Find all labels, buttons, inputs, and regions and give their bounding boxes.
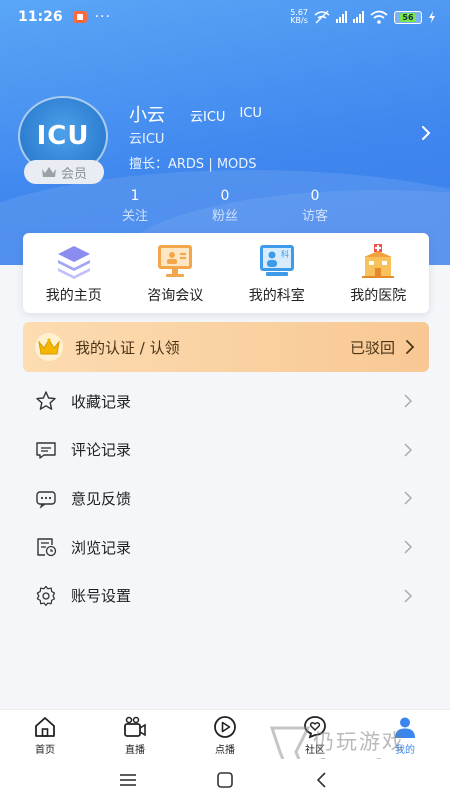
- menu-item-comments[interactable]: 评论记录: [0, 426, 450, 475]
- live-camera-icon: [124, 716, 146, 737]
- user-name: 小云: [129, 105, 165, 126]
- menu-item-account-settings[interactable]: 账号设置: [0, 571, 450, 620]
- nav-home[interactable]: 首页: [0, 710, 90, 759]
- quick-item-consult-meeting[interactable]: 咨询会议: [125, 233, 227, 313]
- svg-text:科: 科: [281, 249, 289, 259]
- layers-icon: [57, 246, 90, 279]
- chevron-right-icon: [406, 340, 415, 354]
- stat-label: 访客: [301, 209, 328, 224]
- nav-label: 首页: [35, 745, 55, 756]
- network-speed: 5.67 KB/s: [290, 9, 308, 25]
- chevron-right-icon: [404, 394, 412, 408]
- menu-item-favorites[interactable]: 收藏记录: [0, 377, 450, 426]
- nav-label: 点播: [215, 745, 235, 756]
- menu-item-browse-history[interactable]: 浏览记录: [0, 523, 450, 572]
- stat-label: 粉丝: [211, 209, 238, 224]
- member-badge[interactable]: 会员: [24, 160, 104, 184]
- avatar[interactable]: ICU 会员: [18, 96, 108, 186]
- wifi-icon: [370, 10, 388, 24]
- quick-item-label: 我的主页: [45, 288, 102, 304]
- profile-stats: 1 关注 0 粉丝 0 访客: [90, 188, 360, 224]
- user-tag: ICU: [239, 106, 262, 121]
- battery-icon: 56: [394, 10, 422, 24]
- quick-item-label: 我的科室: [248, 288, 305, 304]
- avatar-text: ICU: [36, 121, 90, 151]
- certification-status: 已驳回: [349, 338, 395, 357]
- stat-followers[interactable]: 0 粉丝: [180, 188, 270, 224]
- nav-live[interactable]: 直播: [90, 710, 180, 759]
- home-icon: [35, 717, 55, 737]
- profile-chevron-right-icon[interactable]: [420, 125, 432, 141]
- system-navigation-bar: [0, 759, 450, 800]
- signal-icon: [353, 11, 364, 23]
- play-icon: [214, 716, 236, 738]
- menu-icon[interactable]: [118, 771, 138, 789]
- stat-value: 1: [130, 188, 140, 204]
- certification-bar[interactable]: 我的认证 / 认领 已驳回: [23, 322, 429, 372]
- quick-item-label: 我的医院: [350, 288, 407, 304]
- hospital-icon: [362, 244, 395, 278]
- stat-visitors[interactable]: 0 访客: [270, 188, 360, 224]
- quick-item-my-hospital[interactable]: 我的医院: [328, 233, 430, 313]
- status-more-dots: ···: [94, 9, 111, 25]
- user-organization: 云ICU: [129, 132, 165, 147]
- signal-icon: [336, 11, 347, 23]
- quick-item-my-homepage[interactable]: 我的主页: [23, 233, 125, 313]
- certification-label: 我的认证 / 认领: [75, 338, 180, 357]
- quick-item-my-department[interactable]: 科 我的科室: [226, 233, 328, 313]
- back-icon[interactable]: [312, 771, 332, 789]
- quick-item-label: 咨询会议: [147, 288, 204, 304]
- nav-label: 直播: [125, 745, 145, 756]
- network-speed-unit: KB/s: [290, 16, 308, 25]
- screen-record-icon: [72, 11, 87, 23]
- home-square-icon[interactable]: [215, 771, 235, 789]
- menu-item-feedback[interactable]: 意见反馈: [0, 474, 450, 523]
- user-tag: 云ICU: [190, 110, 226, 125]
- status-time: 11:26: [18, 9, 63, 25]
- star-icon: [36, 391, 56, 411]
- department-icon: 科: [259, 245, 294, 276]
- battery-level: 56: [400, 12, 416, 22]
- chevron-right-icon: [404, 540, 412, 554]
- user-tags: 云ICU ICU: [190, 106, 262, 125]
- watermark-title: 仍玩游戏: [313, 730, 405, 754]
- chevron-right-icon: [404, 589, 412, 603]
- nav-on-demand[interactable]: 点播: [180, 710, 270, 759]
- status-icons: 5.67 KB/s 56: [290, 9, 436, 25]
- crown-icon: [35, 333, 63, 361]
- consult-meeting-icon: [158, 245, 193, 277]
- chevron-right-icon: [404, 443, 412, 457]
- menu-item-label: 账号设置: [71, 587, 132, 606]
- gear-icon: [36, 585, 56, 606]
- chevron-right-icon: [404, 491, 412, 506]
- stat-value: 0: [220, 188, 230, 204]
- feedback-icon: [36, 491, 56, 510]
- menu-item-label: 收藏记录: [71, 392, 132, 411]
- history-icon: [37, 538, 57, 557]
- comment-icon: [36, 442, 56, 459]
- menu-item-label: 意见反馈: [71, 489, 132, 508]
- stat-label: 关注: [121, 209, 148, 224]
- menu-item-label: 浏览记录: [71, 538, 132, 557]
- menu-item-label: 评论记录: [71, 441, 132, 460]
- charging-icon: [429, 11, 435, 23]
- status-bar: 11:26 ··· 5.67 KB/s 56: [0, 0, 450, 34]
- wifi-off-icon: [314, 10, 330, 24]
- quick-menu-card: 我的主页 咨询会议 科 我的科室 我的医院: [23, 233, 429, 313]
- member-label: 会员: [60, 166, 87, 182]
- menu-list: 收藏记录 评论记录 意见反馈 浏览记录 账号设置: [0, 377, 450, 620]
- user-specialty: 擅长：ARDS | MODS: [129, 157, 257, 172]
- stat-following[interactable]: 1 关注: [90, 188, 180, 224]
- stat-value: 0: [310, 188, 320, 204]
- crown-icon: [41, 167, 56, 177]
